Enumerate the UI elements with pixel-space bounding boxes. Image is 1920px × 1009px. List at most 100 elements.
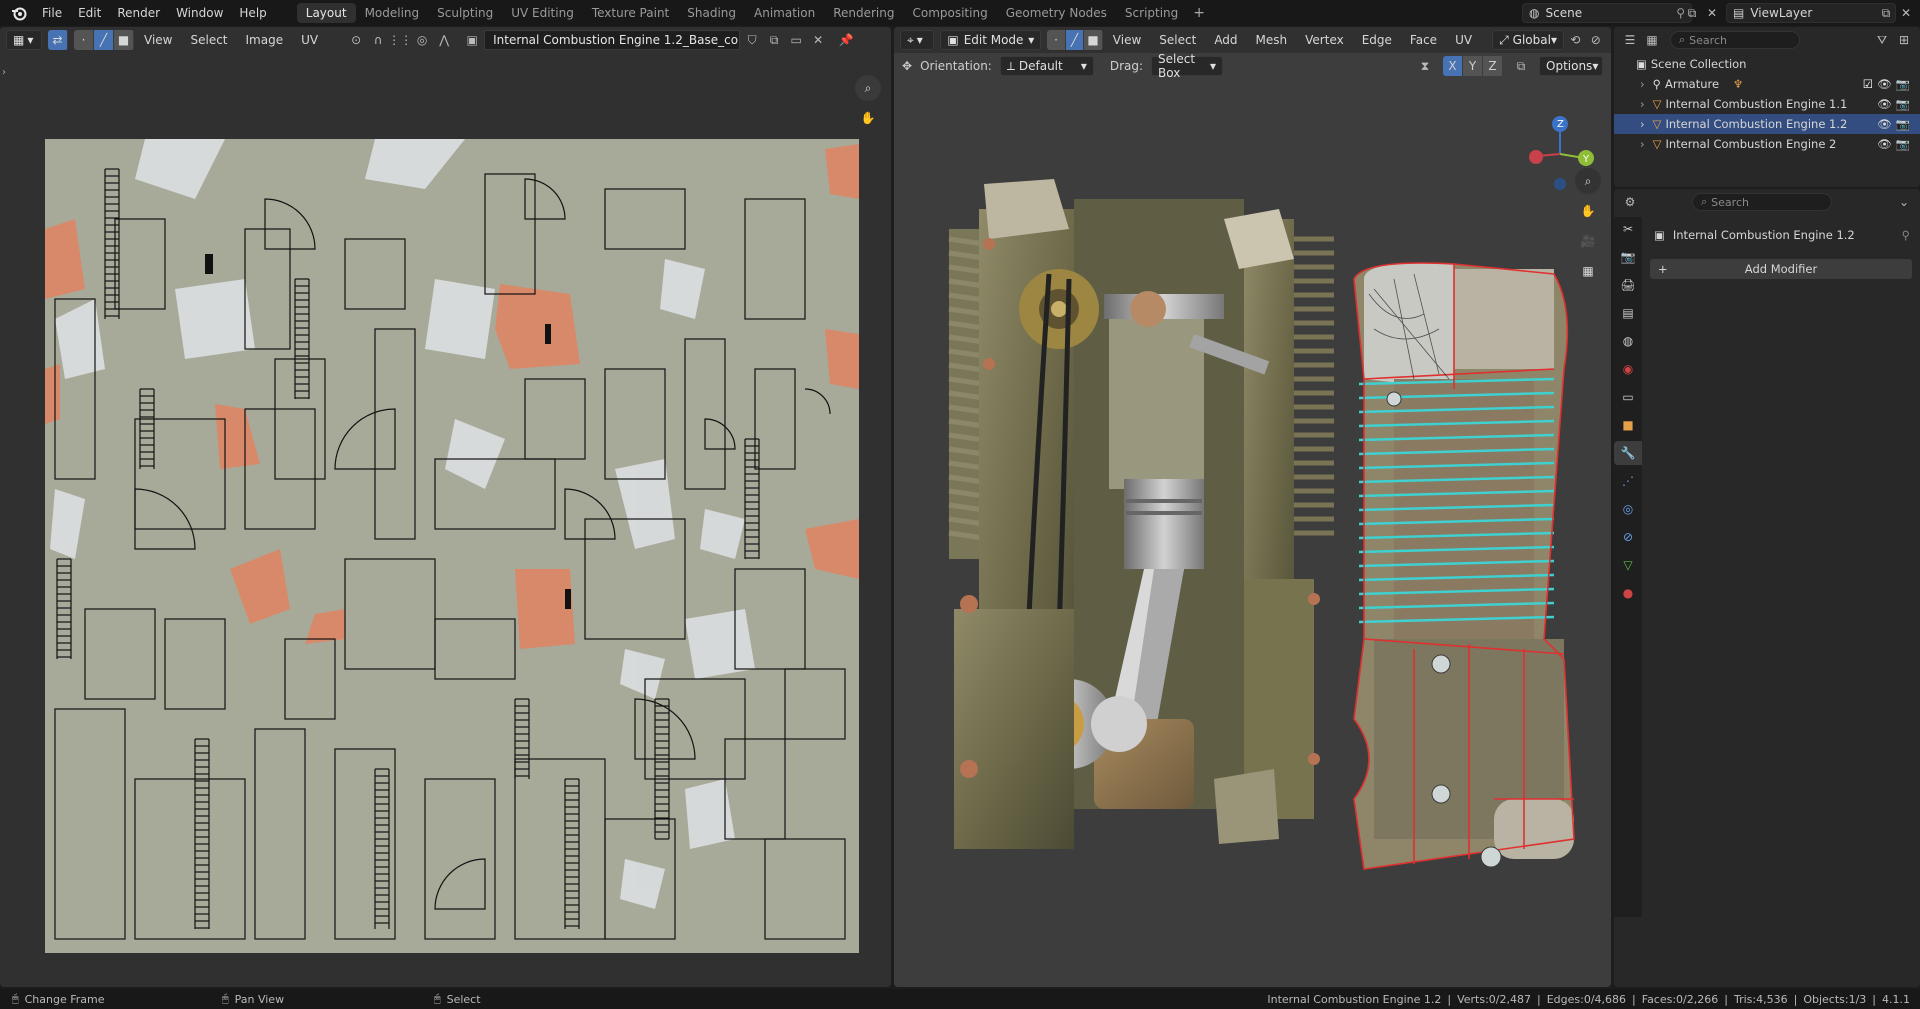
- material-tab-icon[interactable]: ●: [1614, 581, 1642, 605]
- modifier-tab-icon[interactable]: 🔧: [1614, 441, 1642, 465]
- render-camera-icon[interactable]: 📷: [1896, 97, 1910, 111]
- view-layer-selector[interactable]: ▤ ViewLayer: [1726, 3, 1896, 23]
- expand-arrow-icon[interactable]: ›: [1640, 117, 1645, 131]
- editor-type-dropdown[interactable]: ▦ ▾: [6, 30, 42, 50]
- menu-window[interactable]: Window: [168, 0, 231, 26]
- outliner-item-armature[interactable]: › ⚲ Armature ♆ ☑ 👁 📷: [1614, 74, 1920, 94]
- gizmo-x-axis[interactable]: [1529, 150, 1543, 164]
- snap-icon[interactable]: ∩: [368, 30, 388, 50]
- face-select-icon[interactable]: ■: [114, 30, 134, 50]
- render-camera-icon[interactable]: 📷: [1896, 77, 1910, 91]
- pin-object-icon[interactable]: ⚲: [1902, 228, 1910, 242]
- vp-menu-vertex[interactable]: Vertex: [1297, 27, 1352, 53]
- properties-editor-type-icon[interactable]: ⚙: [1620, 192, 1640, 212]
- perspective-toggle-icon[interactable]: ▦: [1575, 258, 1601, 284]
- new-scene-icon[interactable]: ⧉: [1682, 3, 1702, 23]
- uv-menu-uv[interactable]: UV: [293, 27, 326, 53]
- proportional-edit-icon[interactable]: ◎: [412, 30, 432, 50]
- delete-view-layer-icon[interactable]: ✕: [1896, 3, 1916, 23]
- delete-scene-icon[interactable]: ✕: [1702, 3, 1722, 23]
- tab-rendering[interactable]: Rendering: [824, 3, 903, 23]
- outliner-editor-type-icon[interactable]: ☰: [1620, 30, 1640, 50]
- output-tab-icon[interactable]: 🖨: [1614, 273, 1642, 297]
- scene-tab-icon[interactable]: ◍: [1614, 329, 1642, 353]
- uv-select-mode[interactable]: · ╱ ■: [74, 30, 134, 50]
- visibility-eye-icon[interactable]: 👁: [1877, 97, 1892, 111]
- transform-orientation-dropdown[interactable]: ⤢ Global ▾: [1492, 30, 1564, 50]
- vp-menu-add[interactable]: Add: [1206, 27, 1245, 53]
- expand-arrow-icon[interactable]: ›: [1640, 77, 1645, 91]
- uv-menu-select[interactable]: Select: [182, 27, 235, 53]
- viewport-3d-scene[interactable]: Z Y: [894, 79, 1611, 987]
- vp-menu-face[interactable]: Face: [1402, 27, 1445, 53]
- falloff-icon[interactable]: ⋀: [434, 30, 454, 50]
- view-layer-tab-icon[interactable]: ▤: [1614, 301, 1642, 325]
- drag-dropdown[interactable]: Select Box ▾: [1151, 52, 1224, 80]
- face-mode-icon[interactable]: ■: [1084, 30, 1103, 50]
- vp-menu-select[interactable]: Select: [1151, 27, 1204, 53]
- tab-scripting[interactable]: Scripting: [1116, 3, 1187, 23]
- tab-uv-editing[interactable]: UV Editing: [502, 3, 583, 23]
- vp-menu-view[interactable]: View: [1105, 27, 1149, 53]
- options-dropdown[interactable]: Options ▾: [1539, 56, 1603, 76]
- mirror-axis-toggle[interactable]: X Y Z: [1443, 56, 1503, 76]
- pan-hand-icon[interactable]: ✋: [855, 105, 881, 131]
- uv-menu-image[interactable]: Image: [238, 27, 292, 53]
- open-image-icon[interactable]: ▭: [786, 30, 806, 50]
- zoom-view-icon[interactable]: ⌕: [1575, 168, 1601, 194]
- image-name-field[interactable]: Internal Combustion Engine 1.2_Base_colo…: [484, 30, 741, 50]
- vp-menu-uv[interactable]: UV: [1447, 27, 1480, 53]
- blender-logo-icon[interactable]: [8, 2, 30, 24]
- mesh-select-mode[interactable]: · ╱ ■: [1047, 30, 1103, 50]
- image-browse-icon[interactable]: ▣: [462, 30, 482, 50]
- visibility-eye-icon[interactable]: 👁: [1877, 77, 1892, 91]
- edge-mode-icon[interactable]: ╱: [1065, 30, 1085, 50]
- sync-selection-toggle[interactable]: ⇄: [48, 30, 68, 50]
- outliner-item-engine-1-2[interactable]: › ▽ Internal Combustion Engine 1.2 👁 📷: [1614, 114, 1920, 134]
- mirror-z-button[interactable]: Z: [1483, 56, 1503, 76]
- visibility-eye-icon[interactable]: 👁: [1877, 137, 1892, 151]
- tool-tab-icon[interactable]: ✂: [1614, 217, 1642, 241]
- outliner-item-engine-2[interactable]: › ▽ Internal Combustion Engine 2 👁 📷: [1614, 134, 1920, 154]
- tab-geometry-nodes[interactable]: Geometry Nodes: [997, 3, 1116, 23]
- tab-layout[interactable]: Layout: [296, 3, 356, 23]
- vp-menu-edge[interactable]: Edge: [1354, 27, 1400, 53]
- mode-dropdown[interactable]: ▣ Edit Mode ▾: [940, 30, 1042, 50]
- scene-selector[interactable]: ◍ Scene ⚲: [1522, 3, 1692, 23]
- outliner-item-engine-1-1[interactable]: › ▽ Internal Combustion Engine 1.1 👁 📷: [1614, 94, 1920, 114]
- outliner-scene-collection[interactable]: ▣ Scene Collection: [1614, 54, 1920, 74]
- object-tab-icon[interactable]: ■: [1614, 413, 1642, 437]
- tab-shading[interactable]: Shading: [678, 3, 745, 23]
- menu-file[interactable]: File: [34, 0, 70, 26]
- pan-view-icon[interactable]: ✋: [1575, 198, 1601, 224]
- uv-menu-view[interactable]: View: [136, 27, 180, 53]
- render-camera-icon[interactable]: 📷: [1896, 117, 1910, 131]
- edge-select-icon[interactable]: ╱: [94, 30, 114, 50]
- pin-image-icon[interactable]: 📌: [836, 30, 856, 50]
- duplicate-image-icon[interactable]: ⧉: [764, 30, 784, 50]
- pivot-point-icon[interactable]: ⟲: [1566, 30, 1585, 50]
- mirror-x-button[interactable]: X: [1443, 56, 1463, 76]
- physics-tab-icon[interactable]: ◎: [1614, 497, 1642, 521]
- outliner-search-input[interactable]: ⌕ Search: [1670, 31, 1800, 49]
- orientation-dropdown[interactable]: ⟂ Default ▾: [999, 56, 1094, 76]
- viewport-editor-type-dropdown[interactable]: ⌖ ▾: [900, 30, 935, 50]
- collection-tab-icon[interactable]: ▭: [1614, 385, 1642, 409]
- snapping-icon[interactable]: ⊘: [1586, 30, 1605, 50]
- menu-help[interactable]: Help: [231, 0, 274, 26]
- tab-sculpting[interactable]: Sculpting: [428, 3, 502, 23]
- vertex-mode-icon[interactable]: ·: [1047, 30, 1066, 50]
- mirror-y-button[interactable]: Y: [1463, 56, 1483, 76]
- menu-render[interactable]: Render: [109, 0, 168, 26]
- constraints-tab-icon[interactable]: ⊘: [1614, 525, 1642, 549]
- topology-mirror-icon[interactable]: ⧉: [1511, 56, 1531, 76]
- gizmo-neg-z[interactable]: [1554, 178, 1566, 190]
- mirror-icon[interactable]: ⧗: [1415, 56, 1435, 76]
- zoom-icon[interactable]: ⌕: [855, 75, 881, 101]
- options-chevron-icon[interactable]: ⌄: [1894, 192, 1914, 212]
- visibility-eye-icon[interactable]: 👁: [1877, 117, 1892, 131]
- data-tab-icon[interactable]: ▽: [1614, 553, 1642, 577]
- sync-icon[interactable]: ⇄: [48, 30, 68, 50]
- expand-arrow-icon[interactable]: ›: [1640, 97, 1645, 111]
- exclude-checkbox[interactable]: ☑: [1863, 77, 1873, 91]
